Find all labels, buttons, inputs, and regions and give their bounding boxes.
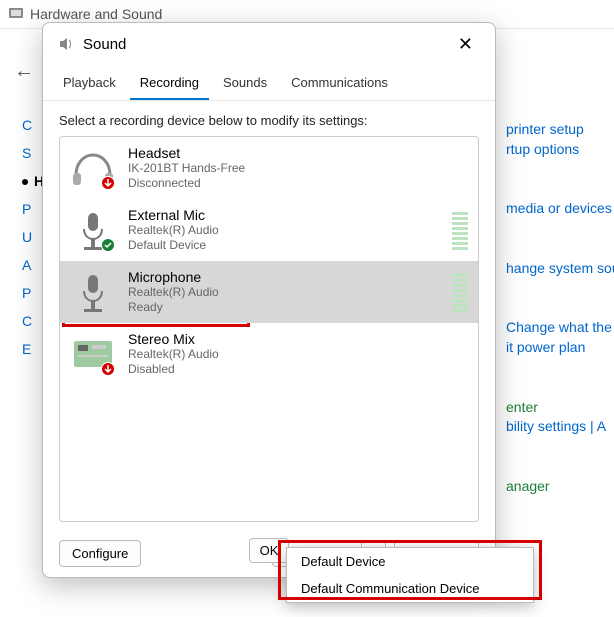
menu-item[interactable]: Default Communication Device [287,575,533,602]
mic-icon [70,269,116,315]
headset-icon [70,145,116,191]
left-category-letter[interactable]: P [22,202,44,216]
background-link[interactable]: enter [506,398,614,418]
dialog-titlebar: Sound ✕ [43,23,495,63]
tab-recording[interactable]: Recording [130,69,209,100]
device-sub: Realtek(R) AudioDefault Device [128,223,440,253]
left-category-letter[interactable]: S [22,146,44,160]
background-link[interactable]: anager [506,477,614,497]
tabs: PlaybackRecordingSoundsCommunications [43,63,495,101]
dialog-title: Sound [83,36,126,53]
control-panel-icon [8,6,24,22]
device-row[interactable]: HeadsetIK-201BT Hands-FreeDisconnected [60,137,478,199]
set-default-menu: Default DeviceDefault Communication Devi… [286,547,534,603]
tab-sounds[interactable]: Sounds [213,69,277,100]
background-link[interactable]: it power plan [506,338,614,358]
device-name: External Mic [128,207,440,223]
device-name: Stereo Mix [128,331,468,347]
background-links: printer setuprtup options media or device… [506,120,614,496]
mic-icon [70,207,116,253]
device-name: Headset [128,145,468,161]
device-name: Microphone [128,269,440,285]
left-category-letter[interactable]: A [22,258,44,272]
device-sub: Realtek(R) AudioDisabled [128,347,468,377]
level-meter [452,272,468,312]
background-link[interactable]: rtup options [506,140,614,160]
background-link[interactable]: media or devices [506,199,614,219]
left-category-letter[interactable]: P [22,286,44,300]
device-row[interactable]: Stereo MixRealtek(R) AudioDisabled [60,323,478,385]
close-button[interactable]: ✕ [450,31,481,57]
menu-item[interactable]: Default Device [287,548,533,575]
left-category-letter[interactable]: H [22,174,44,188]
board-icon [70,331,116,377]
sound-icon [57,35,75,53]
device-row[interactable]: MicrophoneRealtek(R) AudioReady [60,261,478,323]
device-row[interactable]: External MicRealtek(R) AudioDefault Devi… [60,199,478,261]
sound-dialog: Sound ✕ PlaybackRecordingSoundsCommunica… [42,22,496,578]
tab-playback[interactable]: Playback [53,69,126,100]
ok-button[interactable]: OK [249,538,290,563]
background-link[interactable]: hange system sou [506,259,614,279]
tab-communications[interactable]: Communications [281,69,398,100]
level-meter [452,210,468,250]
background-link[interactable]: bility settings | A [506,417,614,437]
device-list[interactable]: HeadsetIK-201BT Hands-FreeDisconnectedEx… [59,136,479,522]
background-link[interactable]: Change what the [506,318,614,338]
left-category-letter[interactable]: C [22,314,44,328]
device-sub: IK-201BT Hands-FreeDisconnected [128,161,468,191]
background-link[interactable]: printer setup [506,120,614,140]
control-panel-title: Hardware and Sound [30,6,162,22]
back-arrow-icon[interactable]: ← [14,60,34,83]
left-categories: CSHPUAPCE [22,118,44,370]
left-category-letter[interactable]: E [22,342,44,356]
left-category-letter[interactable]: C [22,118,44,132]
device-sub: Realtek(R) AudioReady [128,285,440,315]
instruction-text: Select a recording device below to modif… [43,101,495,136]
left-category-letter[interactable]: U [22,230,44,244]
